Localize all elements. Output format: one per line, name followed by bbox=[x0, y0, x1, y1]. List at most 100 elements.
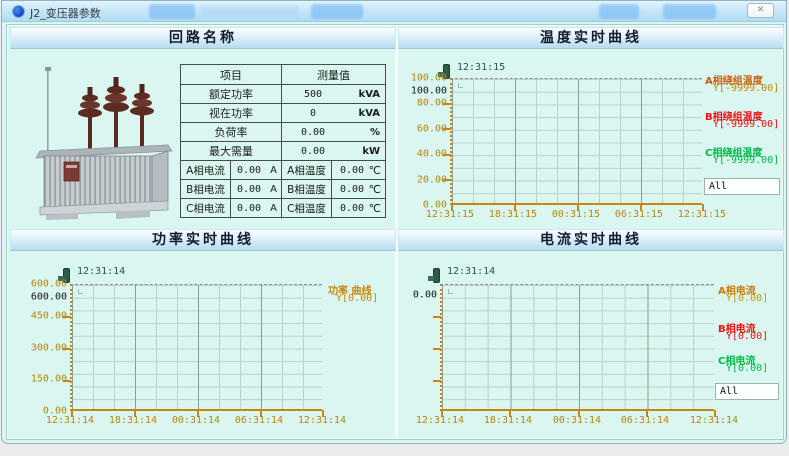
phase-current-cell: 0.00A bbox=[230, 199, 281, 217]
phase-current-label: C相电流 bbox=[181, 199, 230, 217]
cursor-time-label: 12:31:15 bbox=[457, 62, 505, 73]
x-tick-label: 12:31:15 bbox=[678, 209, 726, 220]
x-tick-label: 12:31:15 bbox=[426, 209, 474, 220]
row-unit: kVA bbox=[359, 108, 380, 119]
legend-series-b-value: Y[-9999.00] bbox=[713, 119, 779, 130]
y-tick-label: 600.00 bbox=[10, 279, 67, 290]
titlebar-button-blurred-2[interactable] bbox=[311, 4, 363, 19]
y-tick-label: 300.00 bbox=[10, 343, 67, 354]
row-value-cell: 500 kVA bbox=[281, 85, 385, 103]
titlebar-button-blurred-1[interactable] bbox=[149, 4, 195, 19]
x-tick-label: 18:31:15 bbox=[489, 209, 537, 220]
cursor-value-label: 0.00 bbox=[398, 290, 437, 301]
x-tick-label: 06:31:14 bbox=[621, 415, 669, 426]
transformer-body bbox=[44, 156, 152, 207]
col-header-value: 测量值 bbox=[281, 65, 385, 84]
measurement-table: 项目 测量值 额定功率 500 kVA 视在功率 0 kVA 负荷率 0.00 … bbox=[180, 64, 386, 218]
temperature-plot-area bbox=[450, 78, 702, 205]
panel-header-power: 功率实时曲线 bbox=[10, 229, 396, 251]
table-row: 视在功率 0 kVA bbox=[181, 103, 385, 122]
phase-current-cell: 0.00A bbox=[230, 180, 281, 198]
legend-series-a-value: Y[0.00] bbox=[726, 293, 768, 304]
close-icon[interactable]: ✕ bbox=[747, 3, 774, 18]
row-unit: kVA bbox=[359, 89, 380, 100]
x-tick-label: 12:31:14 bbox=[298, 415, 346, 426]
table-phase-row: A相电流 0.00A A相温度 0.00℃ bbox=[181, 160, 385, 179]
cursor-value-label: 100.00 bbox=[398, 86, 447, 97]
phase-temp-label: C相温度 bbox=[281, 199, 331, 217]
panel-header-temperature: 温度实时曲线 bbox=[398, 27, 784, 49]
app-window: J2_变压器参数 ✕ 回路名称 温度实时曲线 功率实时曲线 电流实时曲线 bbox=[1, 0, 787, 444]
row-value-cell: 0.00 kW bbox=[281, 142, 385, 160]
window-title: J2_变压器参数 bbox=[30, 5, 101, 21]
titlebar-toolbar-blurred bbox=[199, 5, 299, 18]
y-tick-label: 100.00 bbox=[398, 73, 447, 84]
phase-temp-cell: 0.00℃ bbox=[331, 199, 385, 217]
col-header-item: 项目 bbox=[181, 65, 281, 84]
row-unit: % bbox=[370, 127, 380, 138]
panel-header-circuit: 回路名称 bbox=[10, 27, 396, 49]
legend-power-value: Y[0.00] bbox=[336, 293, 378, 304]
table-row: 负荷率 0.00 % bbox=[181, 122, 385, 141]
y-tick-label: 80.00 bbox=[398, 98, 447, 109]
legend-series-a-value: Y[-9999.00] bbox=[713, 83, 779, 94]
cursor-marker-icon[interactable] bbox=[433, 268, 440, 283]
x-tick-label: 18:31:14 bbox=[484, 415, 532, 426]
row-value: 0 bbox=[282, 108, 344, 119]
table-phase-row: C相电流 0.00A C相温度 0.00℃ bbox=[181, 198, 385, 217]
transformer-nameplate bbox=[64, 162, 79, 181]
row-unit: kW bbox=[362, 146, 380, 157]
phase-temp-cell: 0.00℃ bbox=[331, 161, 385, 179]
current-chart: 12:31:14 0.00 12:31:14 18:31:14 00:31:14… bbox=[398, 253, 784, 433]
phase-temp-cell: 0.00℃ bbox=[331, 180, 385, 198]
titlebar: J2_变压器参数 ✕ bbox=[2, 1, 786, 22]
legend-all-selector[interactable]: All bbox=[704, 178, 780, 195]
legend-series-c-value: Y[-9999.00] bbox=[713, 155, 779, 166]
transformer-bushings bbox=[78, 77, 154, 149]
row-value: 0.00 bbox=[282, 127, 344, 138]
table-phase-row: B相电流 0.00A B相温度 0.00℃ bbox=[181, 179, 385, 198]
x-tick-label: 18:31:14 bbox=[109, 415, 157, 426]
y-tick-label: 450.00 bbox=[10, 311, 67, 322]
phase-temp-label: B相温度 bbox=[281, 180, 331, 198]
x-tick-label: 06:31:14 bbox=[235, 415, 283, 426]
row-label: 额定功率 bbox=[181, 85, 281, 103]
x-tick-label: 00:31:14 bbox=[553, 415, 601, 426]
power-chart: 12:31:14 600.00 600.00 450.00 300.00 150… bbox=[10, 253, 397, 433]
table-header-row: 项目 测量值 bbox=[181, 65, 385, 84]
legend-all-selector[interactable]: All bbox=[715, 383, 779, 400]
transformer-antenna bbox=[47, 69, 49, 153]
x-tick-label: 12:31:14 bbox=[46, 415, 94, 426]
titlebar-button-blurred-4[interactable] bbox=[663, 4, 716, 19]
legend-series-b-value: Y[0.00] bbox=[726, 331, 768, 342]
x-tick-label: 00:31:14 bbox=[172, 415, 220, 426]
table-row: 额定功率 500 kVA bbox=[181, 84, 385, 103]
phase-current-label: B相电流 bbox=[181, 180, 230, 198]
row-value-cell: 0 kVA bbox=[281, 104, 385, 122]
phase-current-cell: 0.00A bbox=[230, 161, 281, 179]
x-tick-label: 12:31:14 bbox=[416, 415, 464, 426]
legend-series-c-value: Y[0.00] bbox=[726, 363, 768, 374]
row-label: 最大需量 bbox=[181, 142, 281, 160]
row-value: 0.00 bbox=[282, 146, 344, 157]
cursor-time-label: 12:31:14 bbox=[447, 266, 495, 277]
titlebar-button-blurred-3[interactable] bbox=[599, 4, 639, 19]
phase-current-label: A相电流 bbox=[181, 161, 230, 179]
cursor-value-label: 600.00 bbox=[10, 292, 67, 303]
table-row: 最大需量 0.00 kW bbox=[181, 141, 385, 160]
row-label: 视在功率 bbox=[181, 104, 281, 122]
y-tick-label: 150.00 bbox=[10, 374, 67, 385]
panel-header-current: 电流实时曲线 bbox=[398, 229, 784, 251]
temperature-chart: 12:31:15 100.00 100.00 80.00 60.00 40.00… bbox=[398, 51, 784, 227]
x-tick-label: 00:31:15 bbox=[552, 209, 600, 220]
y-tick-label: 60.00 bbox=[398, 124, 447, 135]
current-plot-area bbox=[440, 284, 714, 411]
row-value-cell: 0.00 % bbox=[281, 123, 385, 141]
row-value: 500 bbox=[282, 89, 344, 100]
cursor-time-label: 12:31:14 bbox=[77, 266, 125, 277]
row-label: 负荷率 bbox=[181, 123, 281, 141]
x-tick-label: 06:31:15 bbox=[615, 209, 663, 220]
phase-temp-label: A相温度 bbox=[281, 161, 331, 179]
y-tick-label: 20.00 bbox=[398, 175, 447, 186]
x-tick-label: 12:31:14 bbox=[690, 415, 738, 426]
